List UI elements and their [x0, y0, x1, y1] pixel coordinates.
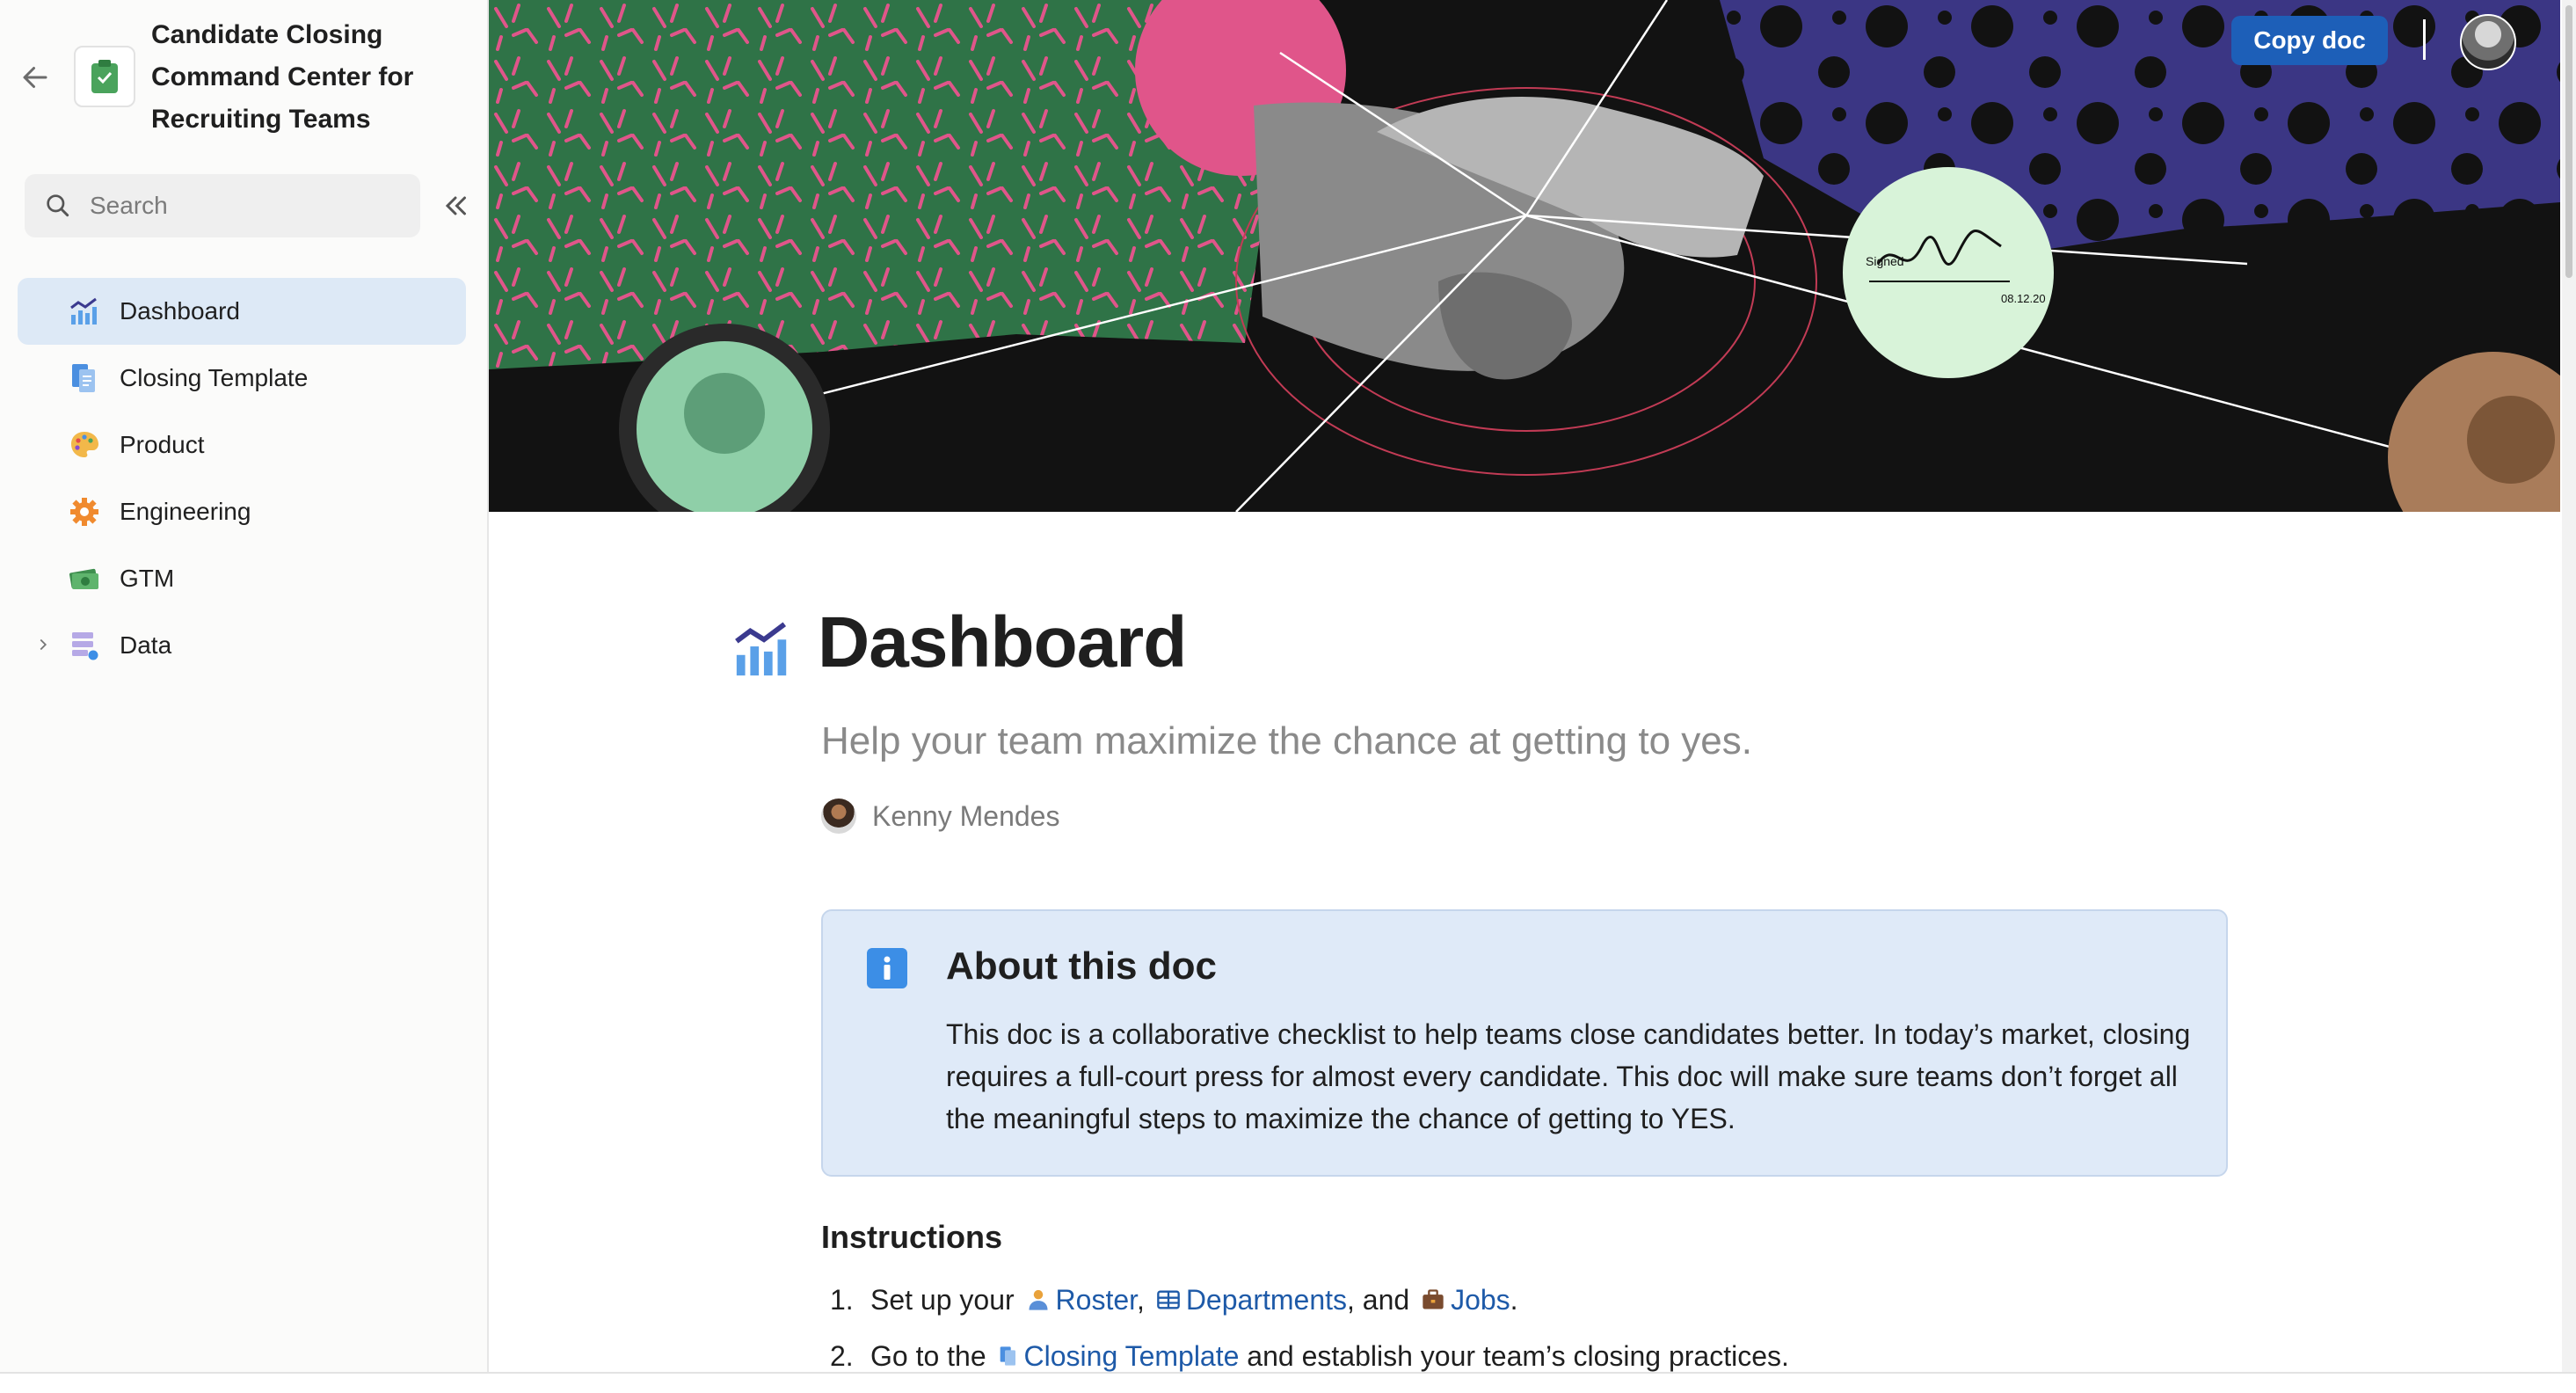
money-icon	[69, 568, 98, 589]
copy-doc-button[interactable]: Copy doc	[2231, 16, 2388, 65]
page-subtitle: Help your team maximize the chance at ge…	[821, 719, 1752, 762]
page-title: Dashboard	[818, 602, 1187, 682]
sidebar-nav: Dashboard Closing Template Product Engin…	[18, 278, 466, 679]
window-bottom-border	[0, 1372, 2576, 1374]
jobs-link[interactable]: Jobs	[1451, 1284, 1510, 1316]
step-number: 1.	[830, 1284, 854, 1316]
doc-icon[interactable]	[74, 46, 135, 107]
back-arrow-icon[interactable]	[19, 62, 51, 93]
search-placeholder: Search	[90, 192, 168, 219]
sidebar-item-label: GTM	[120, 565, 175, 592]
collapse-sidebar-icon[interactable]	[440, 190, 471, 222]
callout-title: About this doc	[946, 944, 1217, 988]
document-icon	[1000, 1346, 1015, 1366]
scrollbar[interactable]	[2562, 0, 2576, 1372]
instruction-step-1: 1. Set up your Roster, Departments, and J…	[830, 1284, 1518, 1316]
closing-template-link[interactable]: Closing Template	[1024, 1340, 1240, 1372]
chart-icon	[735, 622, 787, 676]
handshake-illustration: Signed 08.12.20	[489, 0, 2560, 512]
about-callout: About this doc This doc is a collaborati…	[821, 909, 2228, 1177]
gear-icon	[70, 498, 98, 526]
person-icon	[1029, 1289, 1048, 1310]
sidebar-item-label: Dashboard	[120, 297, 240, 325]
departments-link[interactable]: Departments	[1186, 1284, 1347, 1316]
briefcase-icon	[1423, 1289, 1444, 1309]
instructions-heading: Instructions	[821, 1219, 1003, 1255]
scrollbar-thumb[interactable]	[2565, 5, 2572, 278]
header-banner-image: Signed 08.12.20	[489, 0, 2560, 512]
instruction-step-2: 2. Go to the Closing Template and establi…	[830, 1340, 1789, 1373]
sidebar-item-closing-template[interactable]: Closing Template	[18, 345, 466, 412]
sidebar-item-label: Product	[120, 431, 205, 458]
sidebar-item-label: Closing Template	[120, 364, 309, 391]
author-avatar[interactable]	[821, 799, 856, 834]
sidebar-item-engineering[interactable]: Engineering	[18, 478, 466, 545]
sidebar-item-label: Engineering	[120, 498, 251, 525]
signature-label: Signed	[1866, 254, 1904, 268]
step-text: .	[1510, 1284, 1518, 1316]
step-text: Set up your	[870, 1284, 1015, 1316]
step-text: ,	[1137, 1284, 1145, 1316]
search-input[interactable]: Search	[25, 174, 420, 237]
signature-date: 08.12.20	[2001, 292, 2046, 305]
sidebar: Candidate Closing Command Center for Rec…	[0, 0, 489, 1372]
document-icon	[72, 364, 95, 392]
sidebar-item-label: Data	[120, 631, 172, 659]
header-divider	[2423, 19, 2426, 60]
table-icon	[1156, 1290, 1180, 1309]
author-name[interactable]: Kenny Mendes	[872, 800, 1059, 833]
sidebar-item-gtm[interactable]: GTM	[18, 545, 466, 612]
roster-link[interactable]: Roster	[1056, 1284, 1137, 1316]
chart-icon	[70, 297, 97, 325]
info-icon	[867, 948, 907, 988]
step-text: Go to the	[870, 1340, 986, 1372]
search-icon	[47, 194, 69, 217]
clipboard-icon	[91, 60, 118, 93]
author: Kenny Mendes	[821, 799, 1059, 834]
palette-icon	[71, 432, 98, 457]
doc-title[interactable]: Candidate Closing Command Center for Rec…	[151, 14, 450, 141]
database-icon	[72, 632, 98, 660]
user-avatar[interactable]	[2460, 14, 2516, 70]
sidebar-item-data[interactable]: Data	[18, 612, 466, 679]
callout-body: This doc is a collaborative checklist to…	[946, 1018, 2191, 1134]
sidebar-item-product[interactable]: Product	[18, 412, 466, 478]
step-number: 2.	[830, 1340, 854, 1372]
sidebar-item-dashboard[interactable]: Dashboard	[18, 278, 466, 345]
step-text: , and	[1347, 1284, 1410, 1316]
chevron-right-icon[interactable]	[33, 635, 53, 654]
step-text: and establish your team’s closing practi…	[1247, 1340, 1789, 1372]
